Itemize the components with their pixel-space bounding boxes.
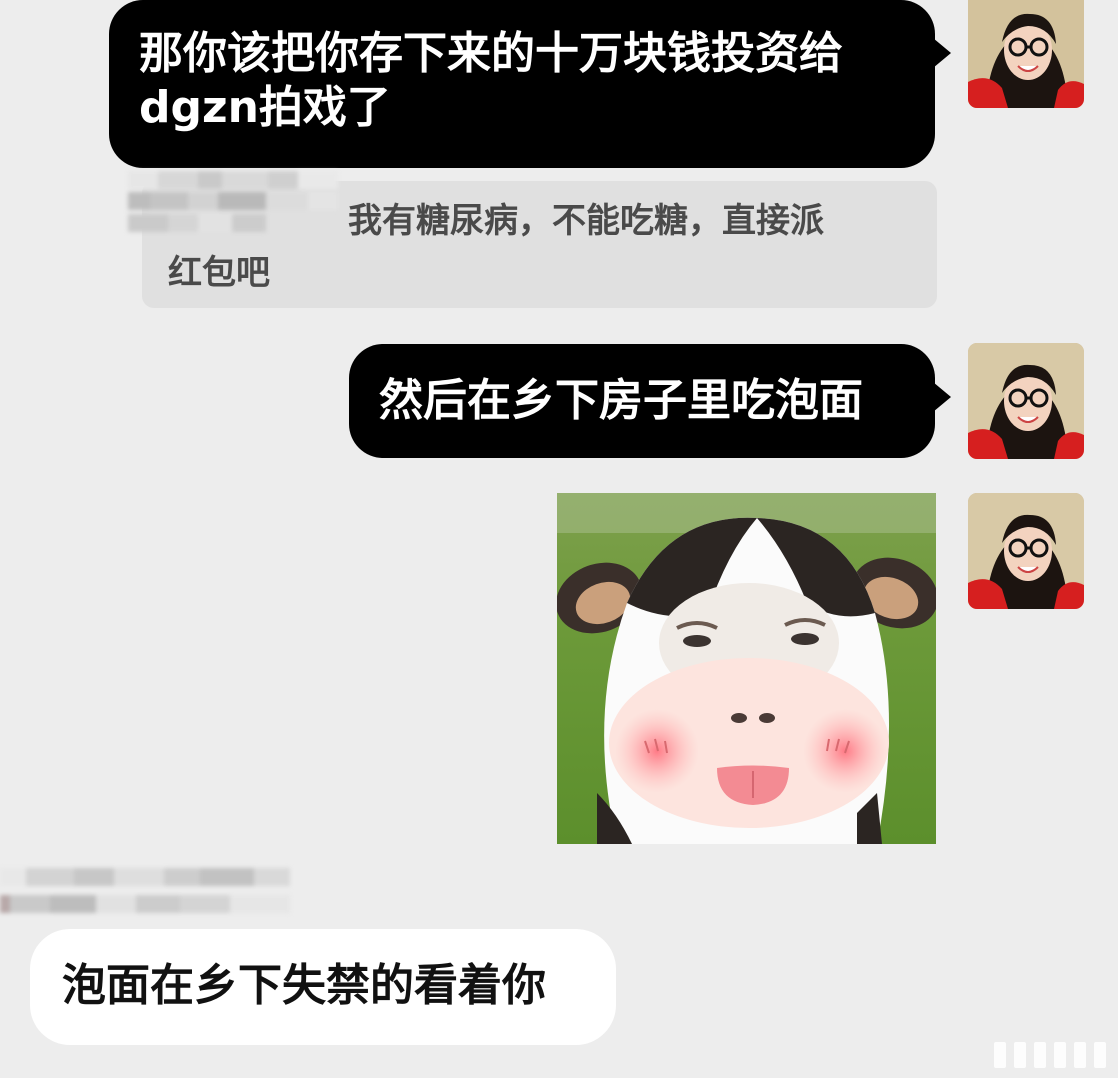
redacted-username [128, 171, 338, 235]
incoming-message-bubble[interactable]: 泡面在乡下失禁的看着你 [30, 929, 616, 1045]
message-text: 泡面在乡下失禁的看着你 [62, 960, 546, 1011]
outgoing-message-bubble[interactable]: 然后在乡下房子里吃泡面 [349, 344, 951, 458]
bubble-tail [933, 38, 951, 68]
bubble-tail [933, 382, 951, 412]
message-text-line: 那你该把你存下来的十万块钱投资给 [139, 28, 843, 79]
redacted-sender-name [0, 868, 290, 922]
avatar[interactable] [968, 343, 1084, 459]
cow-face-sticker-icon[interactable] [557, 493, 936, 844]
avatar[interactable] [968, 0, 1084, 108]
quoted-message[interactable]: 我有糖尿病，不能吃糖，直接派 红包吧 [128, 171, 937, 308]
message-text-line: dgzn拍戏了 [139, 82, 391, 133]
avatar[interactable] [968, 493, 1084, 609]
watermark [994, 1042, 1106, 1068]
chat-screen: 那你该把你存下来的十万块钱投资给 dgzn拍戏了 我有糖尿病，不能吃糖，直接派 … [0, 0, 1118, 1078]
quote-text-line: 红包吧 [168, 253, 270, 293]
message-text: 然后在乡下房子里吃泡面 [379, 375, 863, 426]
outgoing-message-bubble[interactable]: 那你该把你存下来的十万块钱投资给 dgzn拍戏了 [109, 0, 951, 168]
